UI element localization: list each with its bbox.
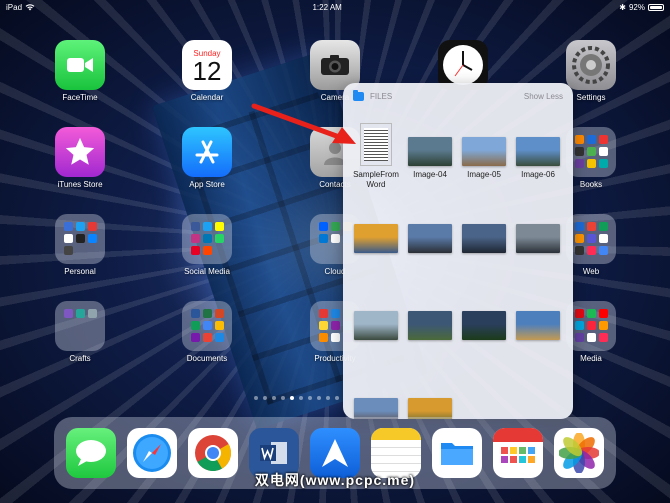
file-item[interactable] [349, 206, 403, 293]
calendar-date: 12 [192, 55, 222, 86]
folder-icon [182, 301, 232, 351]
status-bar: iPad 1:22 AM ✱ 92% [0, 0, 670, 14]
battery-percent: 92% [628, 2, 645, 12]
device-name: iPad [6, 2, 23, 12]
app-label: Crafts [69, 354, 91, 363]
app-facetime[interactable]: FaceTime [40, 40, 120, 102]
app-itunes-store[interactable]: iTunes Store [40, 127, 120, 189]
folder-personal[interactable]: Personal [40, 214, 120, 276]
app-calendar[interactable]: Sunday 12 Calendar [167, 40, 247, 102]
red-arrow-annotation [251, 103, 356, 144]
star-icon [55, 127, 105, 177]
files-popup-title: FILES [370, 91, 393, 101]
app-app-store[interactable]: App Store [167, 127, 247, 189]
app-label: Personal [64, 267, 96, 276]
file-item[interactable] [511, 206, 565, 293]
app-label: App Store [189, 180, 225, 189]
calendar-icon: Sunday 12 [182, 40, 232, 90]
page-indicator[interactable] [254, 396, 339, 400]
image-thumbnail [354, 224, 398, 253]
file-item[interactable]: Image-06 [511, 119, 565, 206]
app-label: FaceTime [62, 93, 98, 102]
file-item[interactable] [403, 206, 457, 293]
image-thumbnail [408, 311, 452, 340]
image-thumbnail [408, 224, 452, 253]
watermark: 双电网(www.pcpc.me) [254, 472, 416, 488]
image-thumbnail [462, 311, 506, 340]
facetime-icon [55, 40, 105, 90]
file-label: SampleFrom Word [353, 170, 399, 189]
file-label: Image-05 [467, 170, 501, 179]
file-item[interactable] [349, 293, 403, 380]
folder-icon [566, 301, 616, 351]
file-label: Image-04 [413, 170, 447, 179]
app-label: Calendar [190, 93, 224, 102]
show-less-button[interactable]: Show Less [524, 92, 563, 101]
file-item[interactable]: Image-04 [403, 119, 457, 206]
app-label: Social Media [184, 267, 230, 276]
document-thumbnail [360, 123, 392, 166]
file-item[interactable] [403, 380, 457, 419]
app-label: iTunes Store [57, 180, 103, 189]
image-thumbnail [408, 398, 452, 419]
image-thumbnail [354, 398, 398, 419]
app-label: Documents [186, 354, 228, 363]
folder-icon [55, 214, 105, 264]
files-popup-header: FILES Show Less [343, 83, 573, 109]
image-thumbnail [354, 311, 398, 340]
file-item[interactable] [457, 293, 511, 380]
folder-icon [182, 214, 232, 264]
file-item[interactable] [457, 206, 511, 293]
image-thumbnail [516, 137, 560, 166]
bluetooth-icon: ✱ [619, 2, 626, 12]
file-item[interactable] [511, 293, 565, 380]
image-thumbnail [462, 137, 506, 166]
image-thumbnail [462, 224, 506, 253]
image-thumbnail [516, 224, 560, 253]
files-grid: SampleFrom Word Image-04 Image-05 Image-06 [349, 119, 567, 419]
folder-social-media[interactable]: Social Media [167, 214, 247, 276]
folder-documents[interactable]: Documents [167, 301, 247, 363]
file-label: Image-06 [521, 170, 555, 179]
status-time: 1:22 AM [312, 2, 342, 12]
files-popup[interactable]: FILES Show Less SampleFrom Word Image-04 I… [343, 83, 573, 419]
gear-icon [566, 40, 616, 90]
app-store-icon [182, 127, 232, 177]
file-item[interactable] [349, 380, 403, 419]
file-item[interactable] [403, 293, 457, 380]
folder-icon [55, 301, 105, 351]
folder-crafts[interactable]: Crafts [40, 301, 120, 363]
image-thumbnail [408, 137, 452, 166]
folder-icon [566, 214, 616, 264]
folder-icon [566, 127, 616, 177]
wifi-icon [25, 4, 35, 11]
battery-icon [648, 3, 664, 11]
image-thumbnail [516, 311, 560, 340]
file-item[interactable]: Image-05 [457, 119, 511, 206]
